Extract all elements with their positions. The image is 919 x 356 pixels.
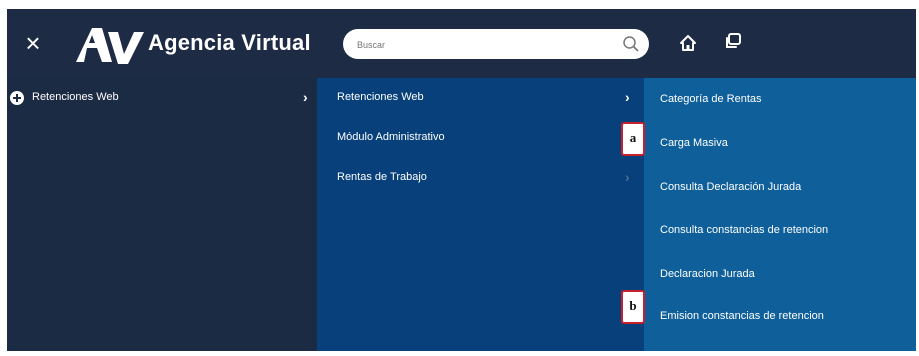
top-bar: × Agencia Virtual [7, 9, 916, 78]
chevron-right-icon: › [303, 89, 308, 105]
search-box [343, 29, 649, 59]
menu-level1: Retenciones Web › [7, 78, 317, 351]
menu-item-categoria-de-rentas[interactable]: Categoría de Rentas [660, 93, 762, 105]
menu-item-retenciones-web-sub[interactable]: Retenciones Web › [317, 78, 644, 118]
search-input[interactable] [355, 35, 609, 55]
chevron-right-icon: › [625, 89, 630, 105]
home-icon[interactable] [679, 34, 697, 52]
close-icon[interactable]: × [21, 30, 45, 56]
menu-item-consulta-constancias[interactable]: Consulta constancias de retencion [660, 224, 828, 236]
windows-icon[interactable] [724, 32, 742, 50]
menu-item-declaracion-jurada[interactable]: Declaracion Jurada [660, 268, 755, 280]
menu-item-consulta-declaracion-jurada[interactable]: Consulta Declaración Jurada [660, 181, 801, 193]
plus-icon [10, 91, 24, 105]
callout-b: b [621, 290, 645, 324]
app-frame: × Agencia Virtual Retenciones Web [7, 9, 916, 351]
chevron-right-icon: › [625, 169, 630, 185]
callout-a: a [621, 122, 645, 156]
agencia-virtual-logo [76, 28, 144, 64]
menu-item-carga-masiva[interactable]: Carga Masiva [660, 137, 728, 149]
menu-item-retenciones-web[interactable]: Retenciones Web › [7, 78, 317, 118]
menu-item-label: Módulo Administrativo [337, 131, 445, 143]
menu-item-rentas-de-trabajo[interactable]: Rentas de Trabajo › [317, 158, 644, 198]
menu-item-label: Retenciones Web [337, 91, 424, 103]
menu-item-emision-constancias[interactable]: Emision constancias de retencion [660, 310, 824, 322]
brand-title: Agencia Virtual [148, 30, 311, 55]
menu-item-modulo-administrativo[interactable]: Módulo Administrativo [317, 118, 644, 158]
menu-level2: Retenciones Web › Módulo Administrativo … [317, 78, 644, 351]
search-icon[interactable] [622, 35, 640, 53]
menu-item-label: Rentas de Trabajo [337, 171, 427, 183]
menu-level3: Categoría de Rentas Carga Masiva Consult… [644, 78, 916, 351]
menu-item-label: Retenciones Web [32, 91, 119, 103]
